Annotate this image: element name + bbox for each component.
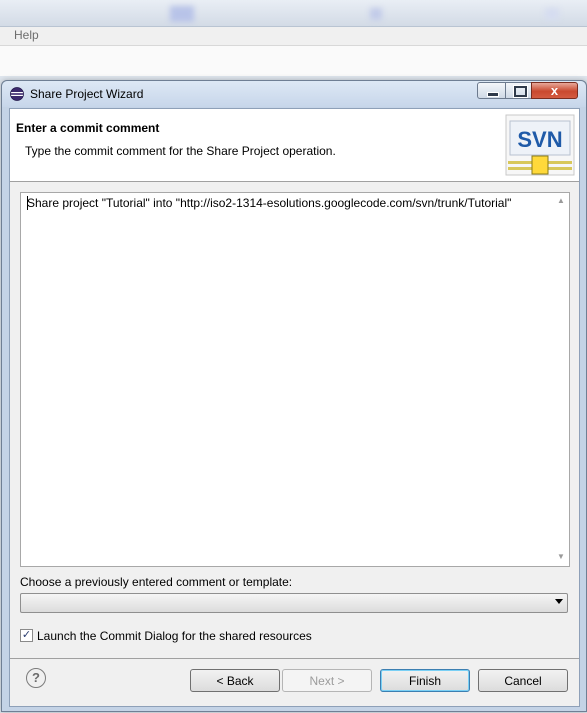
- text-caret: [27, 196, 28, 210]
- cancel-button[interactable]: Cancel: [478, 669, 568, 692]
- template-combo-label: Choose a previously entered comment or t…: [20, 575, 293, 589]
- chevron-down-icon[interactable]: [555, 599, 563, 604]
- scroll-down-arrow-icon[interactable]: ▼: [556, 552, 566, 562]
- dialog-titlebar[interactable]: Share Project Wizard x: [2, 81, 586, 107]
- help-icon[interactable]: ?: [26, 668, 46, 688]
- commit-comment-textarea[interactable]: Share project "Tutorial" into "http://is…: [20, 192, 570, 567]
- maximize-icon: [514, 86, 527, 97]
- close-icon: x: [550, 83, 559, 98]
- menubar: Help: [0, 27, 587, 46]
- blurred-toolbar-icon: [370, 8, 382, 20]
- blurred-toolbar-icon: [170, 6, 194, 22]
- launch-commit-checkbox[interactable]: ✓: [20, 629, 33, 642]
- minimize-button[interactable]: [477, 82, 506, 99]
- launch-commit-label[interactable]: Launch the Commit Dialog for the shared …: [37, 629, 312, 643]
- menu-item-help[interactable]: Help: [14, 28, 39, 42]
- next-button[interactable]: Next >: [282, 669, 372, 692]
- dialog-title: Share Project Wizard: [30, 87, 144, 101]
- wizard-header: Enter a commit comment Type the commit c…: [10, 109, 579, 182]
- page-title: Enter a commit comment: [16, 121, 160, 135]
- vertical-scrollbar[interactable]: ▲ ▼: [552, 193, 569, 566]
- blurred-toolbar-icon: [545, 8, 559, 20]
- page-description: Type the commit comment for the Share Pr…: [25, 144, 336, 158]
- finish-button[interactable]: Finish: [380, 669, 470, 692]
- background-area: [0, 46, 587, 76]
- svn-logo-text: SVN: [517, 127, 562, 152]
- commit-comment-text: Share project "Tutorial" into "http://is…: [27, 196, 512, 210]
- scroll-up-arrow-icon[interactable]: ▲: [556, 196, 566, 206]
- eclipse-icon: [10, 87, 24, 101]
- minimize-icon: [487, 92, 499, 97]
- template-combo[interactable]: [20, 593, 568, 613]
- maximize-button[interactable]: [505, 82, 532, 99]
- wizard-panel: Enter a commit comment Type the commit c…: [9, 108, 580, 707]
- back-button[interactable]: < Back: [190, 669, 280, 692]
- close-button[interactable]: x: [531, 82, 578, 99]
- footer-divider: [10, 658, 579, 659]
- svn-logo-icon: SVN: [505, 114, 575, 176]
- background-toolbar: [0, 0, 587, 27]
- share-project-wizard-dialog: Share Project Wizard x Enter a commit co…: [1, 80, 587, 712]
